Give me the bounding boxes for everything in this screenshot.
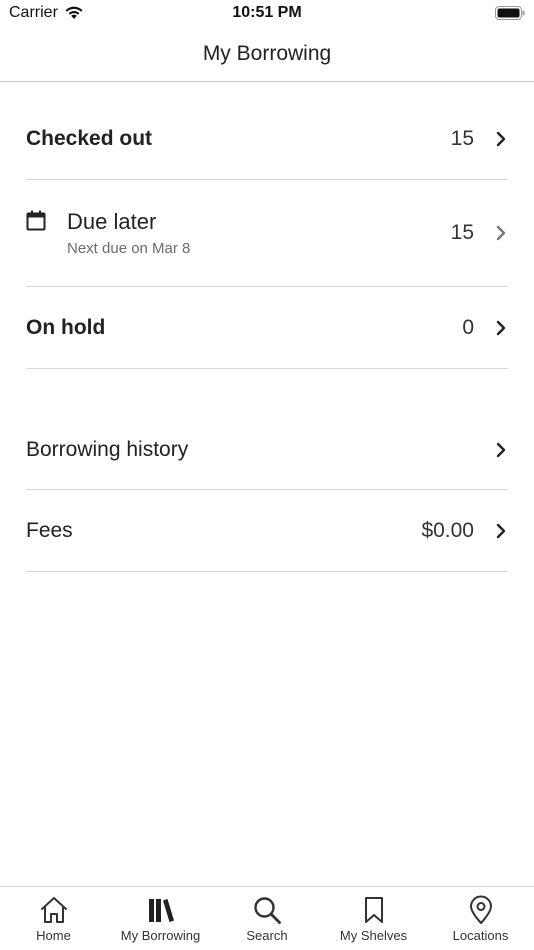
on-hold-label: On hold <box>26 316 106 339</box>
chevron-right-icon <box>496 131 506 147</box>
tab-locations-label: Locations <box>452 928 509 943</box>
due-later-label: Due later <box>67 209 157 234</box>
tab-my-shelves[interactable]: My Shelves <box>320 887 427 950</box>
tab-my-borrowing[interactable]: My Borrowing <box>107 887 214 950</box>
chevron-right-icon <box>496 320 506 336</box>
bookmark-icon <box>364 897 383 923</box>
tab-search[interactable]: Search <box>214 887 320 950</box>
tab-my-shelves-label: My Shelves <box>339 928 408 943</box>
status-bar: Carrier 10:51 PM <box>0 0 534 30</box>
house-icon <box>40 897 67 923</box>
calendar-icon <box>26 210 46 231</box>
borrowing-history-row[interactable]: Borrowing history <box>26 410 508 490</box>
chevron-right-icon <box>496 225 506 241</box>
tab-search-label: Search <box>246 928 288 943</box>
fees-label: Fees <box>26 519 73 542</box>
due-later-row[interactable]: Due later Next due on Mar 8 15 <box>26 180 508 287</box>
clock: 10:51 PM <box>232 4 302 21</box>
fees-amount: $0.00 <box>421 519 474 542</box>
checked-out-label: Checked out <box>26 127 153 150</box>
chevron-right-icon <box>496 523 506 539</box>
due-later-subtitle: Next due on Mar 8 <box>67 240 191 257</box>
fees-row[interactable]: Fees $0.00 <box>26 490 508 572</box>
tab-bar: Home My Borrowing Search My Shelves Loca… <box>0 886 534 950</box>
tab-home-label: Home <box>36 928 71 943</box>
due-later-count: 15 <box>450 221 474 244</box>
tab-my-borrowing-label: My Borrowing <box>120 928 201 943</box>
tab-home[interactable]: Home <box>0 887 107 950</box>
checked-out-row[interactable]: Checked out 15 <box>26 100 508 180</box>
tab-locations[interactable]: Locations <box>427 887 534 950</box>
on-hold-count: 0 <box>462 316 474 339</box>
checked-out-count: 15 <box>450 127 474 150</box>
magnifier-icon <box>254 897 281 924</box>
map-pin-icon <box>469 895 492 924</box>
chevron-right-icon <box>496 442 506 458</box>
on-hold-row[interactable]: On hold 0 <box>26 287 508 369</box>
borrowing-history-label: Borrowing history <box>26 438 189 461</box>
page-title: My Borrowing <box>202 42 332 65</box>
books-icon <box>148 899 174 922</box>
navigation-bar: My Borrowing <box>0 30 534 82</box>
battery-icon <box>495 6 525 20</box>
